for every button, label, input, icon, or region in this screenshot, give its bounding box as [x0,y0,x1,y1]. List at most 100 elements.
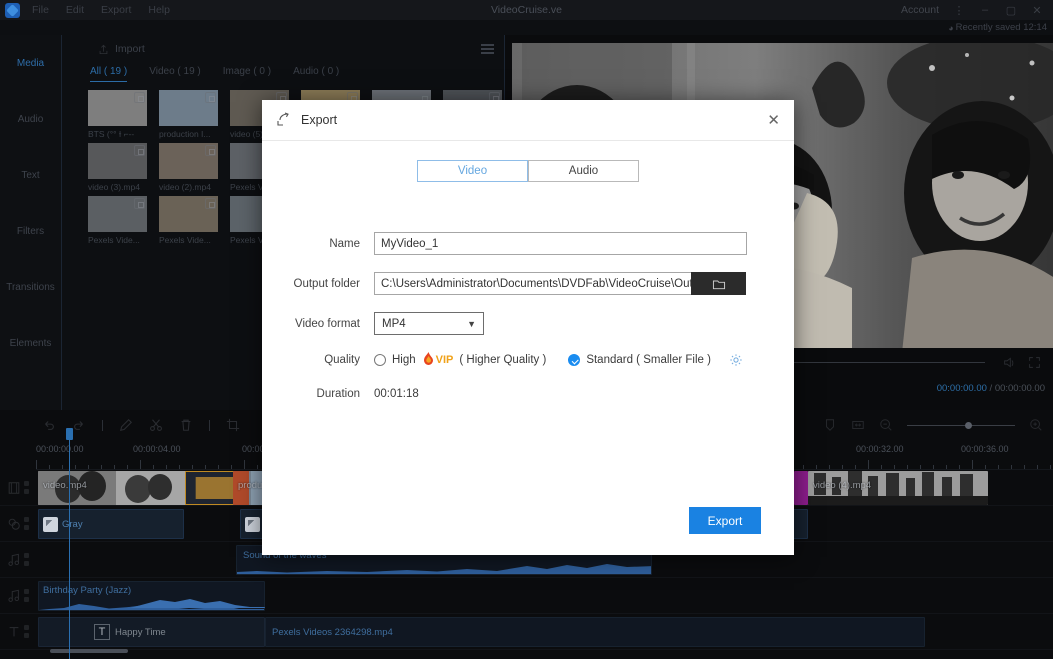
menu-item-file[interactable]: File [32,4,49,16]
name-input[interactable]: MyVideo_1 [374,232,747,255]
track-toggles[interactable] [24,589,29,602]
timeline-clip-effect-gray[interactable]: Gray [38,509,184,539]
track-header-sticker[interactable] [0,650,36,659]
undo-icon[interactable] [42,418,56,432]
text-clip-icon: T [94,624,110,640]
name-input-value: MyVideo_1 [381,237,439,250]
zoom-in-icon[interactable] [1029,418,1043,432]
cut-icon[interactable] [149,418,163,432]
gear-icon[interactable] [729,353,743,367]
save-status-text: Recently saved 12:14 [955,22,1047,33]
tab-video[interactable]: Video [417,160,528,182]
list-view-icon[interactable] [481,44,494,54]
track-header-text[interactable] [0,614,36,649]
sidebar-item-transitions[interactable]: Transitions [0,259,61,315]
media-tab-all[interactable]: All ( 19 ) [90,66,128,82]
track-header-video[interactable] [0,470,36,505]
zoom-slider-knob[interactable] [965,421,973,429]
menu-item-export[interactable]: Export [101,4,131,16]
timeline-clip-text-happytime[interactable]: T Happy Time [38,617,265,647]
crop-icon[interactable] [226,418,240,432]
radio-high[interactable] [374,353,386,366]
media-thumbnail[interactable] [159,196,218,232]
ruler-tick [816,465,817,469]
sidebar-item-media[interactable]: Media [0,35,61,91]
ruler-tick [920,465,921,469]
sidebar-item-text[interactable]: Text [0,147,61,203]
sidebar-item-audio[interactable]: Audio [0,91,61,147]
timeline-zoom-slider[interactable] [907,421,1015,429]
zoom-out-icon[interactable] [879,418,893,432]
video-format-select[interactable]: MP4 ▼ [374,312,484,335]
edit-icon[interactable] [119,418,133,432]
media-thumbnail[interactable] [88,196,147,232]
media-item[interactable]: Pexels Vide... [88,196,147,245]
volume-icon[interactable] [1003,356,1016,369]
menu-item-edit[interactable]: Edit [66,4,84,16]
media-item[interactable]: video (3).mp4 [88,143,147,192]
media-item[interactable]: video (2).mp4 [159,143,218,192]
media-item[interactable]: production I... [159,90,218,139]
ruler-tick [1050,465,1051,469]
timeline-track-audio-2: Birthday Party (Jazz) [0,578,1053,614]
clip-label: video.mp4 [43,480,87,491]
track-header-audio-2[interactable] [0,578,36,613]
delete-icon[interactable] [179,418,193,432]
timeline-playhead[interactable] [66,428,73,659]
sidebar-item-elements[interactable]: Elements [0,315,61,371]
timeline-horizontal-scrollbar[interactable] [50,649,128,653]
ruler-tick [881,465,882,469]
media-thumbnail[interactable] [88,90,147,126]
close-icon[interactable]: ✕ [1031,4,1043,17]
ruler-tick [49,465,50,469]
export-button[interactable]: Export [689,507,761,534]
ruler-tick [1024,465,1025,469]
kebab-menu-icon[interactable]: ⋮ [953,4,965,17]
media-item-label: BTS (°° Ɨ ⌐‐‐ [88,129,135,139]
media-item[interactable]: Pexels Vide... [159,196,218,245]
media-tab-image[interactable]: Image ( 0 ) [223,66,271,82]
sidebar-item-filters[interactable]: Filters [0,203,61,259]
menu-bar: File Edit Export Help [32,4,170,16]
media-item[interactable]: BTS (°° Ɨ ⌐‐‐ [88,90,147,139]
output-folder-input[interactable]: C:\Users\Administrator\Documents\DVDFab\… [374,272,691,295]
import-button[interactable]: Import [98,43,145,55]
audio-waveform [237,564,651,574]
track-header-audio-1[interactable] [0,542,36,577]
track-toggles[interactable] [24,517,29,530]
tab-audio[interactable]: Audio [528,160,639,182]
ruler-tick [205,465,206,469]
track-header-effect[interactable] [0,506,36,541]
radio-standard[interactable] [568,353,581,366]
marker-icon[interactable] [823,418,837,432]
timeline-clip-marker-purple[interactable] [794,471,808,505]
fit-icon[interactable] [851,418,865,432]
media-thumbnail[interactable] [88,143,147,179]
track-toggles[interactable] [24,481,29,494]
quality-option-standard[interactable]: Standard ( Smaller File ) [568,353,711,366]
minimize-icon[interactable]: – [979,4,991,16]
timeline-clip-pexels[interactable]: Pexels Videos 2364298.mp4 [265,617,925,647]
redo-icon[interactable] [72,418,86,432]
quality-option-high[interactable]: High VIP ( Higher Quality ) [374,352,546,367]
media-thumbnail[interactable] [159,143,218,179]
account-button[interactable]: Account [901,4,939,16]
field-row-quality: Quality High VIP ( Higher Quality ) Stan… [262,352,794,367]
ruler-tick [114,465,115,469]
fullscreen-icon[interactable] [1028,356,1041,369]
media-tab-audio[interactable]: Audio ( 0 ) [293,66,339,82]
ruler-tick [244,460,245,469]
menu-item-help[interactable]: Help [148,4,170,16]
media-thumbnail[interactable] [159,90,218,126]
track-toggles[interactable] [24,625,29,638]
track-toggles[interactable] [24,553,29,566]
audio-waveform-peak [130,599,265,608]
ruler-tick [1011,465,1012,469]
browse-folder-button[interactable] [691,272,746,295]
close-icon[interactable]: ✕ [767,113,780,128]
vip-badge: VIP [435,353,454,366]
timeline-clip-video3[interactable]: video (4).mp4 [808,471,988,505]
video-format-label: Video format [295,317,360,330]
media-tab-video[interactable]: Video ( 19 ) [149,66,201,82]
maximize-icon[interactable]: ▢ [1005,4,1017,17]
